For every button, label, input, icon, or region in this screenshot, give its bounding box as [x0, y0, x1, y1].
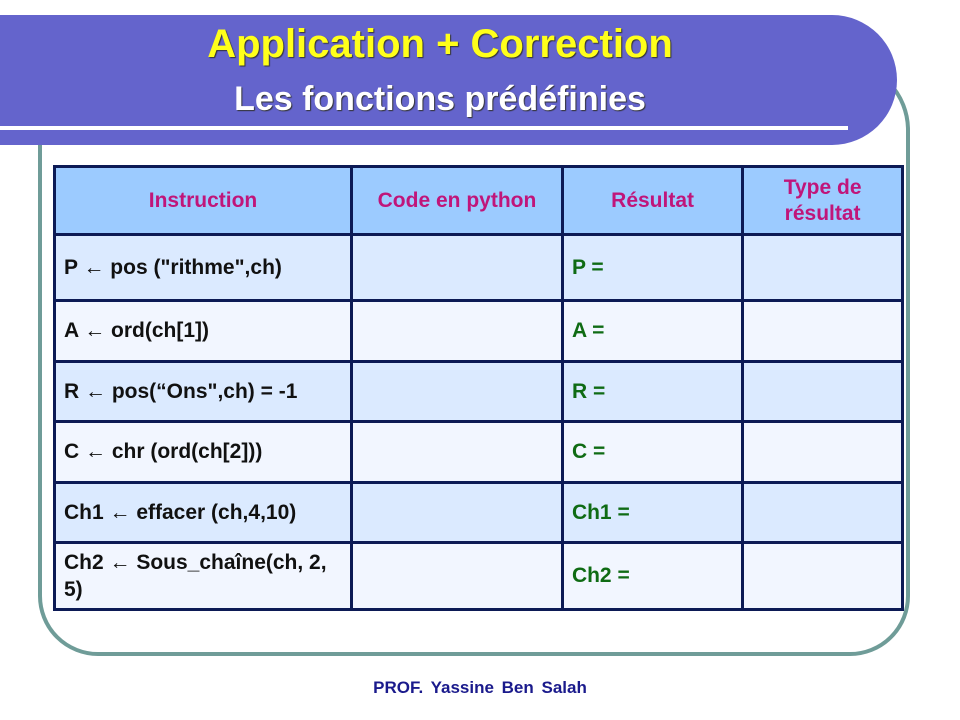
- table-row: P ← pos ("rithme",ch) P =: [52, 233, 904, 302]
- table-row: A ← ord(ch[1]) A =: [52, 299, 904, 363]
- instruction-cell: A ← ord(ch[1]): [52, 299, 354, 363]
- column-header-code: Code en python: [350, 165, 564, 236]
- result-cell: R =: [560, 360, 745, 423]
- result-cell: Ch2 =: [560, 541, 745, 611]
- code-cell: [350, 481, 564, 544]
- column-header-instruction: Instruction: [52, 165, 354, 236]
- instruction-cell: R ← pos(“Ons",ch) = -1: [52, 360, 354, 423]
- code-cell: [350, 420, 564, 484]
- exercise-table: Instruction Code en python Résultat Type…: [52, 165, 904, 611]
- type-cell: [741, 481, 904, 544]
- code-cell: [350, 541, 564, 611]
- code-cell: [350, 360, 564, 423]
- instruction-cell: Ch2 ← Sous_chaîne(ch, 2, 5): [52, 541, 354, 611]
- table-row: Ch1 ← effacer (ch,4,10) Ch1 =: [52, 481, 904, 544]
- result-cell: P =: [560, 233, 745, 302]
- instruction-cell: P ← pos ("rithme",ch): [52, 233, 354, 302]
- instruction-cell: Ch1 ← effacer (ch,4,10): [52, 481, 354, 544]
- column-header-type-label: Type de résultat: [783, 175, 862, 225]
- table-row: R ← pos(“Ons",ch) = -1 R =: [52, 360, 904, 423]
- table-header-row: Instruction Code en python Résultat Type…: [52, 165, 904, 236]
- type-cell: [741, 541, 904, 611]
- type-cell: [741, 233, 904, 302]
- author-footer: PROF. Yassine Ben Salah: [373, 678, 587, 697]
- column-header-type: Type de résultat: [741, 165, 904, 236]
- type-cell: [741, 420, 904, 484]
- code-cell: [350, 233, 564, 302]
- table-row: Ch2 ← Sous_chaîne(ch, 2, 5) Ch2 =: [52, 541, 904, 611]
- result-cell: Ch1 =: [560, 481, 745, 544]
- result-cell: A =: [560, 299, 745, 363]
- column-header-result: Résultat: [560, 165, 745, 236]
- result-cell: C =: [560, 420, 745, 484]
- banner-divider: [0, 126, 848, 130]
- table-row: C ← chr (ord(ch[2])) C =: [52, 420, 904, 484]
- slide-subtitle: Les fonctions prédéfinies: [234, 80, 646, 118]
- code-cell: [350, 299, 564, 363]
- type-cell: [741, 299, 904, 363]
- instruction-cell: C ← chr (ord(ch[2])): [52, 420, 354, 484]
- type-cell: [741, 360, 904, 423]
- slide-title: Application + Correction: [207, 22, 673, 66]
